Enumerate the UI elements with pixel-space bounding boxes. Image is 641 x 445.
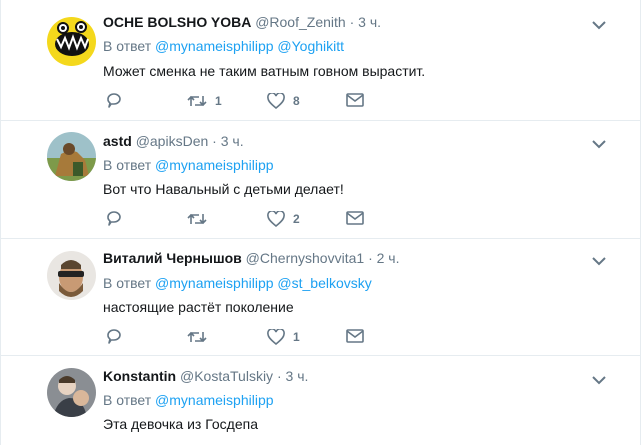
reply-icon [106,211,122,227]
reply-button[interactable] [106,211,130,227]
like-button[interactable]: 2 [267,211,300,227]
direct-message-icon [346,211,364,225]
author-name[interactable]: Виталий Чернышов [103,250,242,266]
avatar[interactable] [47,368,96,417]
timestamp[interactable]: 3 ч. [358,14,381,30]
reply-context: В ответ @mynameisphilipp [103,392,274,408]
reply-context: В ответ @mynameisphilipp [103,157,274,173]
tweet-actions: 1 8 [103,93,383,113]
like-button[interactable]: 8 [267,93,300,109]
like-count: 2 [293,212,300,226]
author-handle[interactable]: @KostaTulskiy [180,368,273,384]
tweet-text: Вот что Навальный с детьми делает! [103,181,344,197]
retweet-button[interactable] [187,329,215,345]
chevron-down-icon[interactable] [592,17,606,30]
reply-icon [106,93,122,109]
retweet-icon [187,93,207,109]
chevron-down-icon[interactable] [592,136,606,149]
retweet-icon [187,329,207,345]
reply-icon [106,329,122,345]
author-name[interactable]: astd [103,133,132,149]
separator-dot: · [368,250,373,266]
direct-message-icon [346,329,364,343]
tweet-header: Виталий Чернышов @Chernyshovvita1 · 2 ч. [103,250,399,266]
reply-prefix: В ответ [103,38,152,54]
avatar[interactable] [47,132,96,181]
author-name[interactable]: Konstantin [103,368,176,384]
like-count: 8 [293,94,300,108]
tweet-text: Может сменка не таким ватным говном выра… [103,63,426,79]
mention-link[interactable]: @mynameisphilipp [155,275,273,291]
separator-dot: · [212,133,217,149]
timestamp[interactable]: 2 ч. [377,250,400,266]
like-button[interactable]: 1 [267,329,300,345]
tweet[interactable]: OCHE BOLSHO YOBA @Roof_Zenith · 3 ч. В о… [1,0,640,121]
avatar[interactable] [47,251,96,300]
tweet[interactable]: astd @apiksDen · 3 ч. В ответ @mynameisp… [1,121,640,239]
reply-button[interactable] [106,329,130,345]
like-count: 1 [293,330,300,344]
avatar[interactable] [47,17,96,66]
author-handle[interactable]: @Chernyshovvita1 [246,250,365,266]
mention-link[interactable]: @st_belkovsky [277,275,371,291]
reply-context: В ответ @mynameisphilipp @st_belkovsky [103,275,372,291]
mention-link[interactable]: @Yoghikitt [277,38,344,54]
tweet-actions: 2 [103,211,383,231]
mention-link[interactable]: @mynameisphilipp [155,392,273,408]
direct-message-button[interactable] [346,329,364,343]
direct-message-button[interactable] [346,93,364,107]
chevron-down-icon[interactable] [592,253,606,266]
reply-prefix: В ответ [103,392,152,408]
separator-dot: · [349,14,355,30]
mention-link[interactable]: @mynameisphilipp [155,157,273,173]
timestamp[interactable]: 3 ч. [221,133,244,149]
direct-message-icon [346,93,364,107]
separator-dot: · [276,368,282,384]
tweet-text: настоящие растёт поколение [103,299,294,315]
tweet-text: Эта девочка из Госдепа [103,416,258,432]
mention-link[interactable]: @mynameisphilipp [155,38,273,54]
retweet-button[interactable]: 1 [187,93,222,109]
reply-context: В ответ @mynameisphilipp @Yoghikitt [103,38,344,54]
tweet-actions: 1 [103,329,383,349]
timestamp[interactable]: 3 ч. [286,368,309,384]
tweet[interactable]: Konstantin @KostaTulskiy · 3 ч. В ответ … [1,356,640,445]
tweet-header: astd @apiksDen · 3 ч. [103,133,244,149]
reply-prefix: В ответ [103,275,152,291]
tweet[interactable]: Виталий Чернышов @Chernyshovvita1 · 2 ч.… [1,239,640,356]
tweet-header: OCHE BOLSHO YOBA @Roof_Zenith · 3 ч. [103,14,381,30]
like-icon [267,93,285,109]
like-icon [267,211,285,227]
chevron-down-icon[interactable] [592,372,606,385]
author-name[interactable]: OCHE BOLSHO YOBA [103,14,251,30]
tweet-header: Konstantin @KostaTulskiy · 3 ч. [103,368,308,384]
direct-message-button[interactable] [346,211,364,225]
reply-button[interactable] [106,93,130,109]
reply-prefix: В ответ [103,157,152,173]
author-handle[interactable]: @apiksDen [136,133,209,149]
retweet-count: 1 [215,94,222,108]
retweet-icon [187,211,207,227]
like-icon [267,329,285,345]
retweet-button[interactable] [187,211,215,227]
author-handle[interactable]: @Roof_Zenith [255,14,345,30]
